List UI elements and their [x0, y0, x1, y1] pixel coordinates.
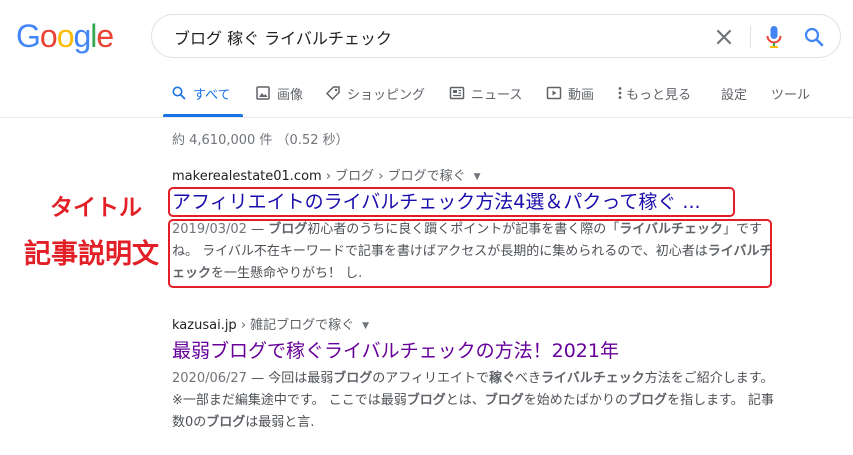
logo-letter: g: [73, 18, 91, 54]
tab-label: 設定: [721, 88, 748, 103]
tab-label: ニュース: [471, 88, 523, 103]
tab-label: すべて: [193, 88, 231, 103]
tab-label: 画像: [277, 88, 304, 103]
tab-all[interactable]: すべて: [171, 84, 231, 117]
result-breadcrumb: › ブログ › ブログで稼ぐ: [321, 169, 466, 184]
snippet-text: は最弱と言.: [245, 415, 315, 430]
result-snippet: 2020/06/27 — 今回は最弱ブログのアフィリエイトで稼ぐべきライバルチェ…: [172, 368, 782, 434]
snippet-highlight: 稼ぐ: [488, 371, 515, 386]
snippet-text: とは、: [445, 393, 485, 408]
result-domain: makerealestate01.com: [172, 169, 322, 184]
logo-letter: e: [96, 18, 114, 54]
result-url[interactable]: makerealestate01.com › ブログ › ブログで稼ぐ ▼: [172, 165, 782, 184]
result-date: 2020/06/27: [172, 371, 247, 386]
header-divider: [0, 117, 853, 118]
tab-label: ツール: [771, 88, 811, 103]
tab-label: もっと見る: [626, 88, 692, 103]
result-url[interactable]: kazusai.jp › 雑記ブログで稼ぐ ▼: [172, 314, 782, 333]
chevron-down-icon[interactable]: ▼: [474, 172, 481, 182]
snippet-highlight: ブログ: [628, 393, 668, 408]
tab-shopping[interactable]: ショッピング: [325, 84, 425, 117]
news-icon: [449, 85, 465, 101]
result-stats: 約 4,610,000 件 （0.52 秒）: [172, 133, 349, 148]
tab-more[interactable]: もっと見る: [616, 84, 691, 117]
tab-label: ショッピング: [347, 88, 426, 103]
snippet-highlight: ライバルチェック: [541, 371, 645, 386]
snippet-highlight: ブログ: [484, 393, 524, 408]
title-highlight-box: [168, 187, 735, 217]
tab-settings[interactable]: 設定: [721, 84, 747, 117]
tab-news[interactable]: ニュース: [449, 84, 522, 117]
tag-icon: [325, 85, 341, 101]
search-icon[interactable]: [802, 25, 826, 49]
result-title-link[interactable]: 最弱ブログで稼ぐライバルチェックの方法！2021年: [172, 338, 782, 364]
clear-icon[interactable]: [712, 25, 736, 49]
tab-tools[interactable]: ツール: [771, 84, 810, 117]
tab-images[interactable]: 画像: [255, 84, 303, 117]
search-divider: [750, 26, 751, 48]
play-icon: [546, 85, 562, 101]
snippet-highlight: ブログ: [406, 393, 446, 408]
snippet-text: を始めたばかりの: [523, 393, 629, 408]
google-logo[interactable]: Google: [16, 18, 114, 55]
snippet-text: — 今回は最弱: [246, 371, 334, 386]
title-annotation-label: タイトル: [50, 195, 142, 221]
description-annotation-label: 記事説明文: [24, 239, 159, 270]
chevron-down-icon[interactable]: ▼: [362, 321, 369, 331]
snippet-highlight: ブログ: [333, 371, 373, 386]
logo-letter: o: [56, 18, 75, 54]
logo-letter: G: [16, 18, 41, 54]
search-input[interactable]: [172, 23, 696, 51]
image-icon: [255, 85, 271, 101]
result-domain: kazusai.jp: [172, 318, 237, 333]
search-result: kazusai.jp › 雑記ブログで稼ぐ ▼ 最弱ブログで稼ぐライバルチェックの…: [172, 314, 782, 434]
tab-label: 動画: [568, 88, 595, 103]
search-box[interactable]: [151, 14, 841, 58]
search-icon: [171, 85, 187, 101]
logo-letter: o: [39, 18, 58, 54]
snippet-highlight: ブログ: [206, 415, 246, 430]
tab-videos[interactable]: 動画: [546, 84, 594, 117]
microphone-icon[interactable]: [762, 24, 786, 50]
description-highlight-box: [168, 219, 772, 288]
snippet-text: べき: [514, 371, 541, 386]
more-vert-icon: [616, 85, 624, 101]
result-breadcrumb: › 雑記ブログで稼ぐ: [236, 318, 355, 333]
snippet-text: のアフィリエイトで: [372, 371, 489, 386]
